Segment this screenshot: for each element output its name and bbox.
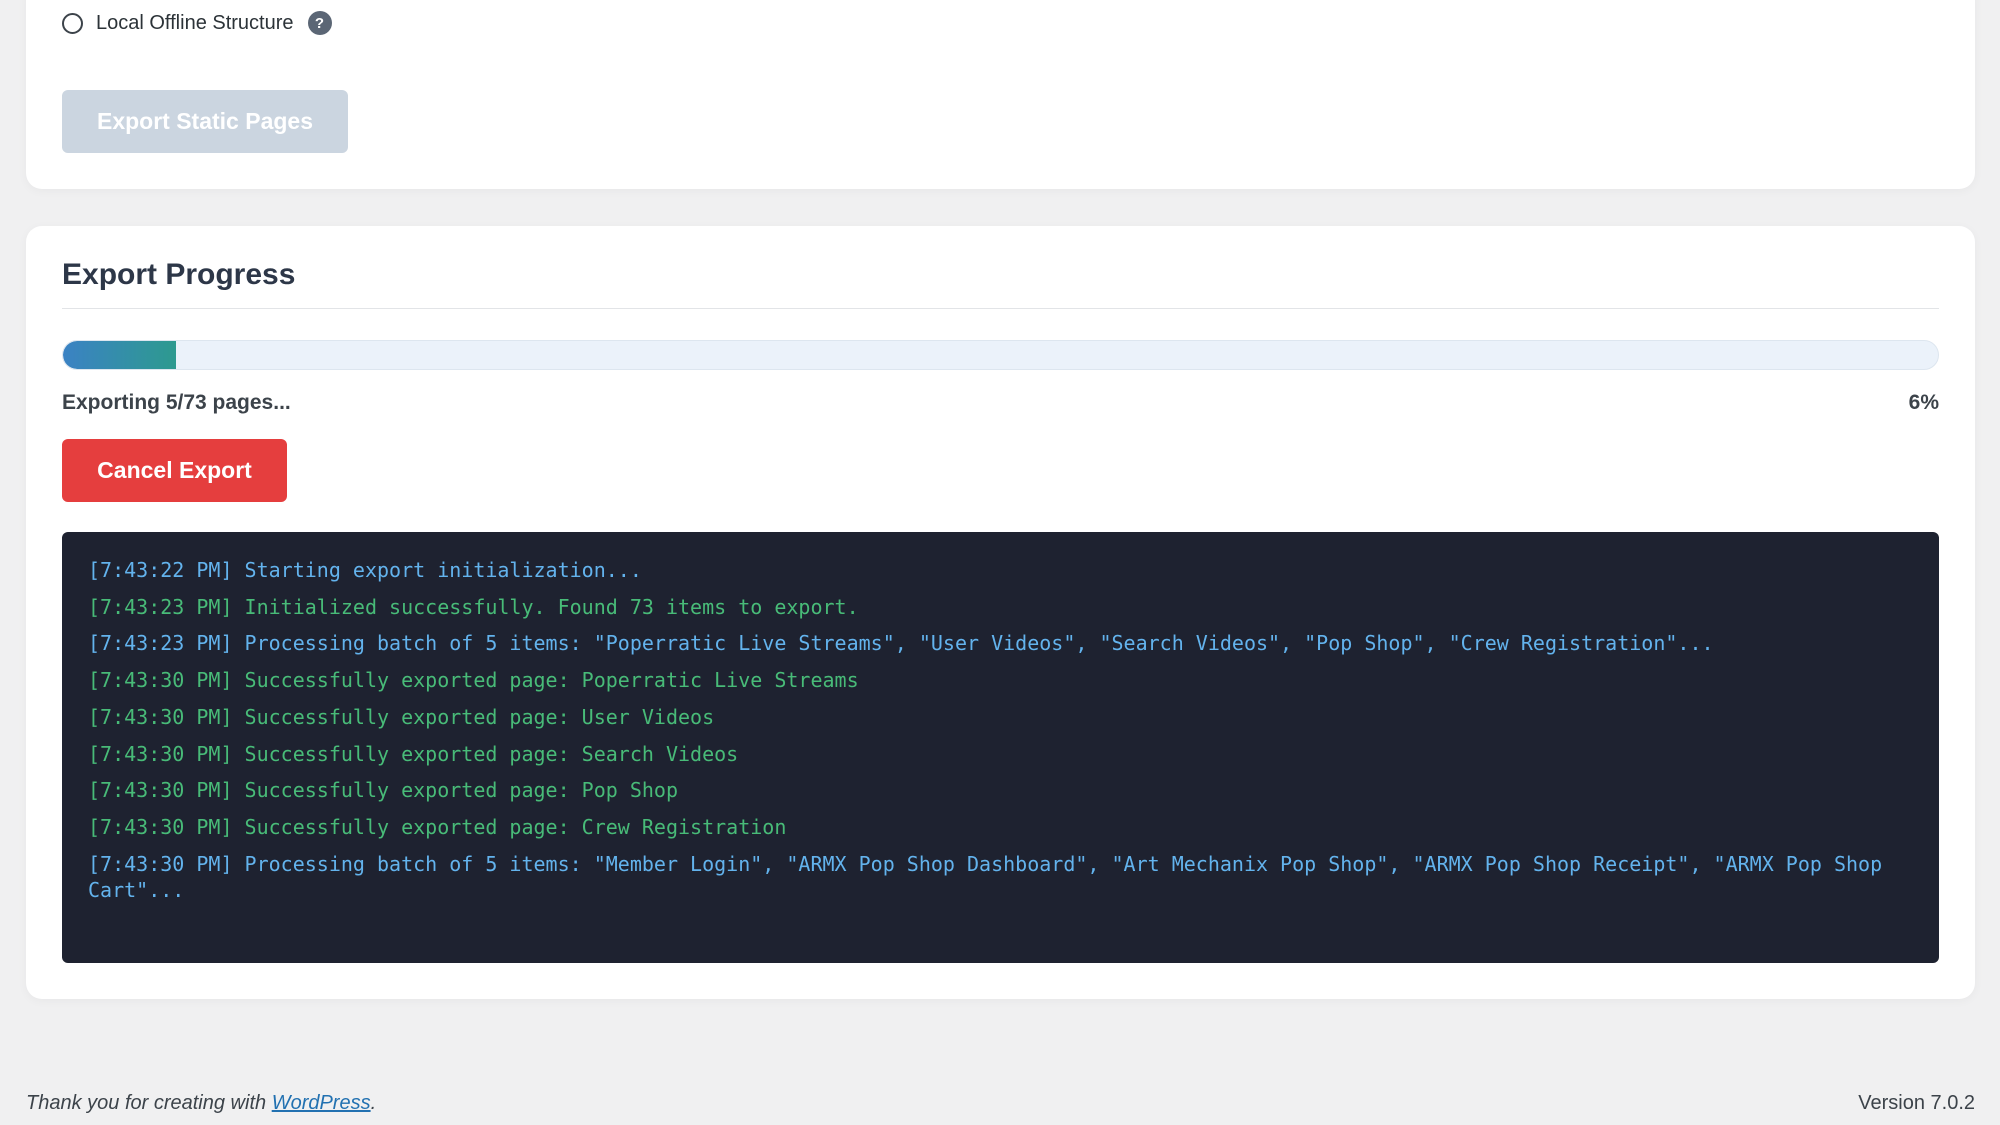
export-percent-text: 6% [1908,391,1939,414]
export-progress-card: Export Progress Exporting 5/73 pages... … [26,226,1975,999]
log-line: [7:43:30 PM] Successfully exported page:… [88,778,679,803]
local-offline-structure-label[interactable]: Local Offline Structure [96,12,294,35]
export-options-card: Local Offline Structure ? Export Static … [26,0,1975,189]
local-offline-structure-option[interactable]: Local Offline Structure ? [62,9,332,37]
log-line: [7:43:30 PM] Successfully exported page:… [88,704,715,729]
log-line: [7:43:30 PM] Successfully exported page:… [88,668,859,693]
cancel-export-button[interactable]: Cancel Export [62,439,287,502]
footer-version: Version 7.0.2 [1858,1092,1975,1114]
log-line: [7:43:30 PM] Successfully exported page:… [88,814,787,839]
export-status-text: Exporting 5/73 pages... [62,391,291,414]
footer-thanks-prefix: Thank you for creating with [26,1092,272,1114]
log-line: [7:43:23 PM] Initialized successfully. F… [88,594,859,619]
footer-thanks: Thank you for creating with WordPress. [26,1092,376,1115]
export-progress-fill [63,341,176,369]
local-offline-structure-radio[interactable] [62,12,83,34]
log-line: [7:43:23 PM] Processing batch of 5 items… [88,631,1714,656]
help-icon[interactable]: ? [307,11,332,35]
export-static-pages-button[interactable]: Export Static Pages [62,90,348,153]
export-log-console[interactable]: [7:43:22 PM] Starting export initializat… [62,532,1939,963]
log-line: [7:43:22 PM] Starting export initializat… [88,558,642,582]
footer-thanks-suffix: . [370,1092,377,1114]
log-line: [7:43:30 PM] Processing batch of 5 items… [88,851,1895,903]
log-line: [7:43:30 PM] Successfully exported page:… [88,741,739,766]
export-progress-bar [62,340,1939,370]
export-progress-title: Export Progress [62,258,296,291]
wordpress-link[interactable]: WordPress [272,1092,371,1114]
section-divider [62,308,1939,309]
